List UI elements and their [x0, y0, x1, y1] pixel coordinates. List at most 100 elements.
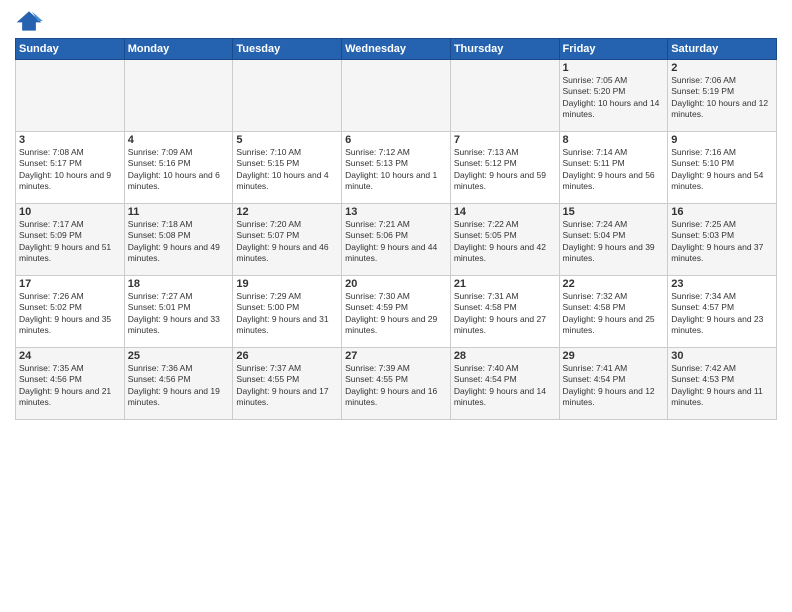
day-info: Sunrise: 7:36 AM Sunset: 4:56 PM Dayligh… [128, 363, 230, 409]
day-info: Sunrise: 7:24 AM Sunset: 5:04 PM Dayligh… [563, 219, 665, 265]
calendar-cell: 12Sunrise: 7:20 AM Sunset: 5:07 PM Dayli… [233, 204, 342, 276]
day-number: 14 [454, 206, 556, 218]
calendar-table: SundayMondayTuesdayWednesdayThursdayFrid… [15, 38, 777, 420]
calendar-cell: 16Sunrise: 7:25 AM Sunset: 5:03 PM Dayli… [668, 204, 777, 276]
day-number: 29 [563, 350, 665, 362]
day-info: Sunrise: 7:35 AM Sunset: 4:56 PM Dayligh… [19, 363, 121, 409]
day-number: 12 [236, 206, 338, 218]
calendar-cell: 9Sunrise: 7:16 AM Sunset: 5:10 PM Daylig… [668, 132, 777, 204]
day-info: Sunrise: 7:14 AM Sunset: 5:11 PM Dayligh… [563, 147, 665, 193]
day-info: Sunrise: 7:30 AM Sunset: 4:59 PM Dayligh… [345, 291, 447, 337]
weekday-header: Sunday [16, 39, 125, 60]
calendar-cell: 25Sunrise: 7:36 AM Sunset: 4:56 PM Dayli… [124, 348, 233, 420]
day-info: Sunrise: 7:39 AM Sunset: 4:55 PM Dayligh… [345, 363, 447, 409]
logo-icon [15, 10, 43, 32]
calendar-cell: 19Sunrise: 7:29 AM Sunset: 5:00 PM Dayli… [233, 276, 342, 348]
calendar-cell: 2Sunrise: 7:06 AM Sunset: 5:19 PM Daylig… [668, 60, 777, 132]
calendar-cell: 26Sunrise: 7:37 AM Sunset: 4:55 PM Dayli… [233, 348, 342, 420]
day-number: 7 [454, 134, 556, 146]
calendar-week-row: 3Sunrise: 7:08 AM Sunset: 5:17 PM Daylig… [16, 132, 777, 204]
calendar-cell: 13Sunrise: 7:21 AM Sunset: 5:06 PM Dayli… [342, 204, 451, 276]
calendar-cell: 6Sunrise: 7:12 AM Sunset: 5:13 PM Daylig… [342, 132, 451, 204]
day-number: 20 [345, 278, 447, 290]
day-info: Sunrise: 7:10 AM Sunset: 5:15 PM Dayligh… [236, 147, 338, 193]
day-info: Sunrise: 7:34 AM Sunset: 4:57 PM Dayligh… [671, 291, 773, 337]
day-number: 2 [671, 62, 773, 74]
calendar-cell: 29Sunrise: 7:41 AM Sunset: 4:54 PM Dayli… [559, 348, 668, 420]
calendar-cell: 4Sunrise: 7:09 AM Sunset: 5:16 PM Daylig… [124, 132, 233, 204]
calendar-cell: 3Sunrise: 7:08 AM Sunset: 5:17 PM Daylig… [16, 132, 125, 204]
calendar-week-row: 10Sunrise: 7:17 AM Sunset: 5:09 PM Dayli… [16, 204, 777, 276]
day-info: Sunrise: 7:08 AM Sunset: 5:17 PM Dayligh… [19, 147, 121, 193]
day-info: Sunrise: 7:06 AM Sunset: 5:19 PM Dayligh… [671, 75, 773, 121]
calendar-cell: 11Sunrise: 7:18 AM Sunset: 5:08 PM Dayli… [124, 204, 233, 276]
calendar-cell: 20Sunrise: 7:30 AM Sunset: 4:59 PM Dayli… [342, 276, 451, 348]
calendar-cell: 5Sunrise: 7:10 AM Sunset: 5:15 PM Daylig… [233, 132, 342, 204]
day-number: 27 [345, 350, 447, 362]
day-info: Sunrise: 7:22 AM Sunset: 5:05 PM Dayligh… [454, 219, 556, 265]
calendar-cell: 1Sunrise: 7:05 AM Sunset: 5:20 PM Daylig… [559, 60, 668, 132]
day-number: 25 [128, 350, 230, 362]
calendar-week-row: 17Sunrise: 7:26 AM Sunset: 5:02 PM Dayli… [16, 276, 777, 348]
day-info: Sunrise: 7:12 AM Sunset: 5:13 PM Dayligh… [345, 147, 447, 193]
day-number: 17 [19, 278, 121, 290]
day-number: 21 [454, 278, 556, 290]
day-number: 11 [128, 206, 230, 218]
calendar-cell: 15Sunrise: 7:24 AM Sunset: 5:04 PM Dayli… [559, 204, 668, 276]
calendar-cell: 21Sunrise: 7:31 AM Sunset: 4:58 PM Dayli… [450, 276, 559, 348]
calendar-header-row: SundayMondayTuesdayWednesdayThursdayFrid… [16, 39, 777, 60]
day-info: Sunrise: 7:16 AM Sunset: 5:10 PM Dayligh… [671, 147, 773, 193]
calendar-cell [450, 60, 559, 132]
weekday-header: Saturday [668, 39, 777, 60]
calendar-cell: 8Sunrise: 7:14 AM Sunset: 5:11 PM Daylig… [559, 132, 668, 204]
calendar-cell: 23Sunrise: 7:34 AM Sunset: 4:57 PM Dayli… [668, 276, 777, 348]
weekday-header: Wednesday [342, 39, 451, 60]
calendar-cell [342, 60, 451, 132]
calendar-cell: 27Sunrise: 7:39 AM Sunset: 4:55 PM Dayli… [342, 348, 451, 420]
weekday-header: Friday [559, 39, 668, 60]
day-info: Sunrise: 7:20 AM Sunset: 5:07 PM Dayligh… [236, 219, 338, 265]
day-number: 10 [19, 206, 121, 218]
day-number: 22 [563, 278, 665, 290]
day-info: Sunrise: 7:13 AM Sunset: 5:12 PM Dayligh… [454, 147, 556, 193]
day-number: 9 [671, 134, 773, 146]
calendar-week-row: 24Sunrise: 7:35 AM Sunset: 4:56 PM Dayli… [16, 348, 777, 420]
day-number: 28 [454, 350, 556, 362]
day-info: Sunrise: 7:25 AM Sunset: 5:03 PM Dayligh… [671, 219, 773, 265]
calendar-cell: 10Sunrise: 7:17 AM Sunset: 5:09 PM Dayli… [16, 204, 125, 276]
day-info: Sunrise: 7:26 AM Sunset: 5:02 PM Dayligh… [19, 291, 121, 337]
calendar-cell: 7Sunrise: 7:13 AM Sunset: 5:12 PM Daylig… [450, 132, 559, 204]
main-container: SundayMondayTuesdayWednesdayThursdayFrid… [0, 0, 792, 425]
day-info: Sunrise: 7:21 AM Sunset: 5:06 PM Dayligh… [345, 219, 447, 265]
calendar-cell: 24Sunrise: 7:35 AM Sunset: 4:56 PM Dayli… [16, 348, 125, 420]
day-number: 3 [19, 134, 121, 146]
day-number: 8 [563, 134, 665, 146]
day-number: 16 [671, 206, 773, 218]
day-info: Sunrise: 7:09 AM Sunset: 5:16 PM Dayligh… [128, 147, 230, 193]
day-number: 18 [128, 278, 230, 290]
logo [15, 10, 47, 32]
calendar-cell: 17Sunrise: 7:26 AM Sunset: 5:02 PM Dayli… [16, 276, 125, 348]
weekday-header: Monday [124, 39, 233, 60]
day-number: 23 [671, 278, 773, 290]
day-info: Sunrise: 7:40 AM Sunset: 4:54 PM Dayligh… [454, 363, 556, 409]
calendar-cell: 14Sunrise: 7:22 AM Sunset: 5:05 PM Dayli… [450, 204, 559, 276]
calendar-cell: 18Sunrise: 7:27 AM Sunset: 5:01 PM Dayli… [124, 276, 233, 348]
day-number: 15 [563, 206, 665, 218]
header [15, 10, 777, 32]
day-number: 5 [236, 134, 338, 146]
day-number: 30 [671, 350, 773, 362]
day-info: Sunrise: 7:17 AM Sunset: 5:09 PM Dayligh… [19, 219, 121, 265]
day-info: Sunrise: 7:27 AM Sunset: 5:01 PM Dayligh… [128, 291, 230, 337]
day-number: 4 [128, 134, 230, 146]
calendar-cell: 30Sunrise: 7:42 AM Sunset: 4:53 PM Dayli… [668, 348, 777, 420]
calendar-cell [124, 60, 233, 132]
weekday-header: Thursday [450, 39, 559, 60]
day-number: 26 [236, 350, 338, 362]
day-number: 1 [563, 62, 665, 74]
calendar-cell: 22Sunrise: 7:32 AM Sunset: 4:58 PM Dayli… [559, 276, 668, 348]
calendar-cell [233, 60, 342, 132]
calendar-cell: 28Sunrise: 7:40 AM Sunset: 4:54 PM Dayli… [450, 348, 559, 420]
day-info: Sunrise: 7:29 AM Sunset: 5:00 PM Dayligh… [236, 291, 338, 337]
day-info: Sunrise: 7:37 AM Sunset: 4:55 PM Dayligh… [236, 363, 338, 409]
